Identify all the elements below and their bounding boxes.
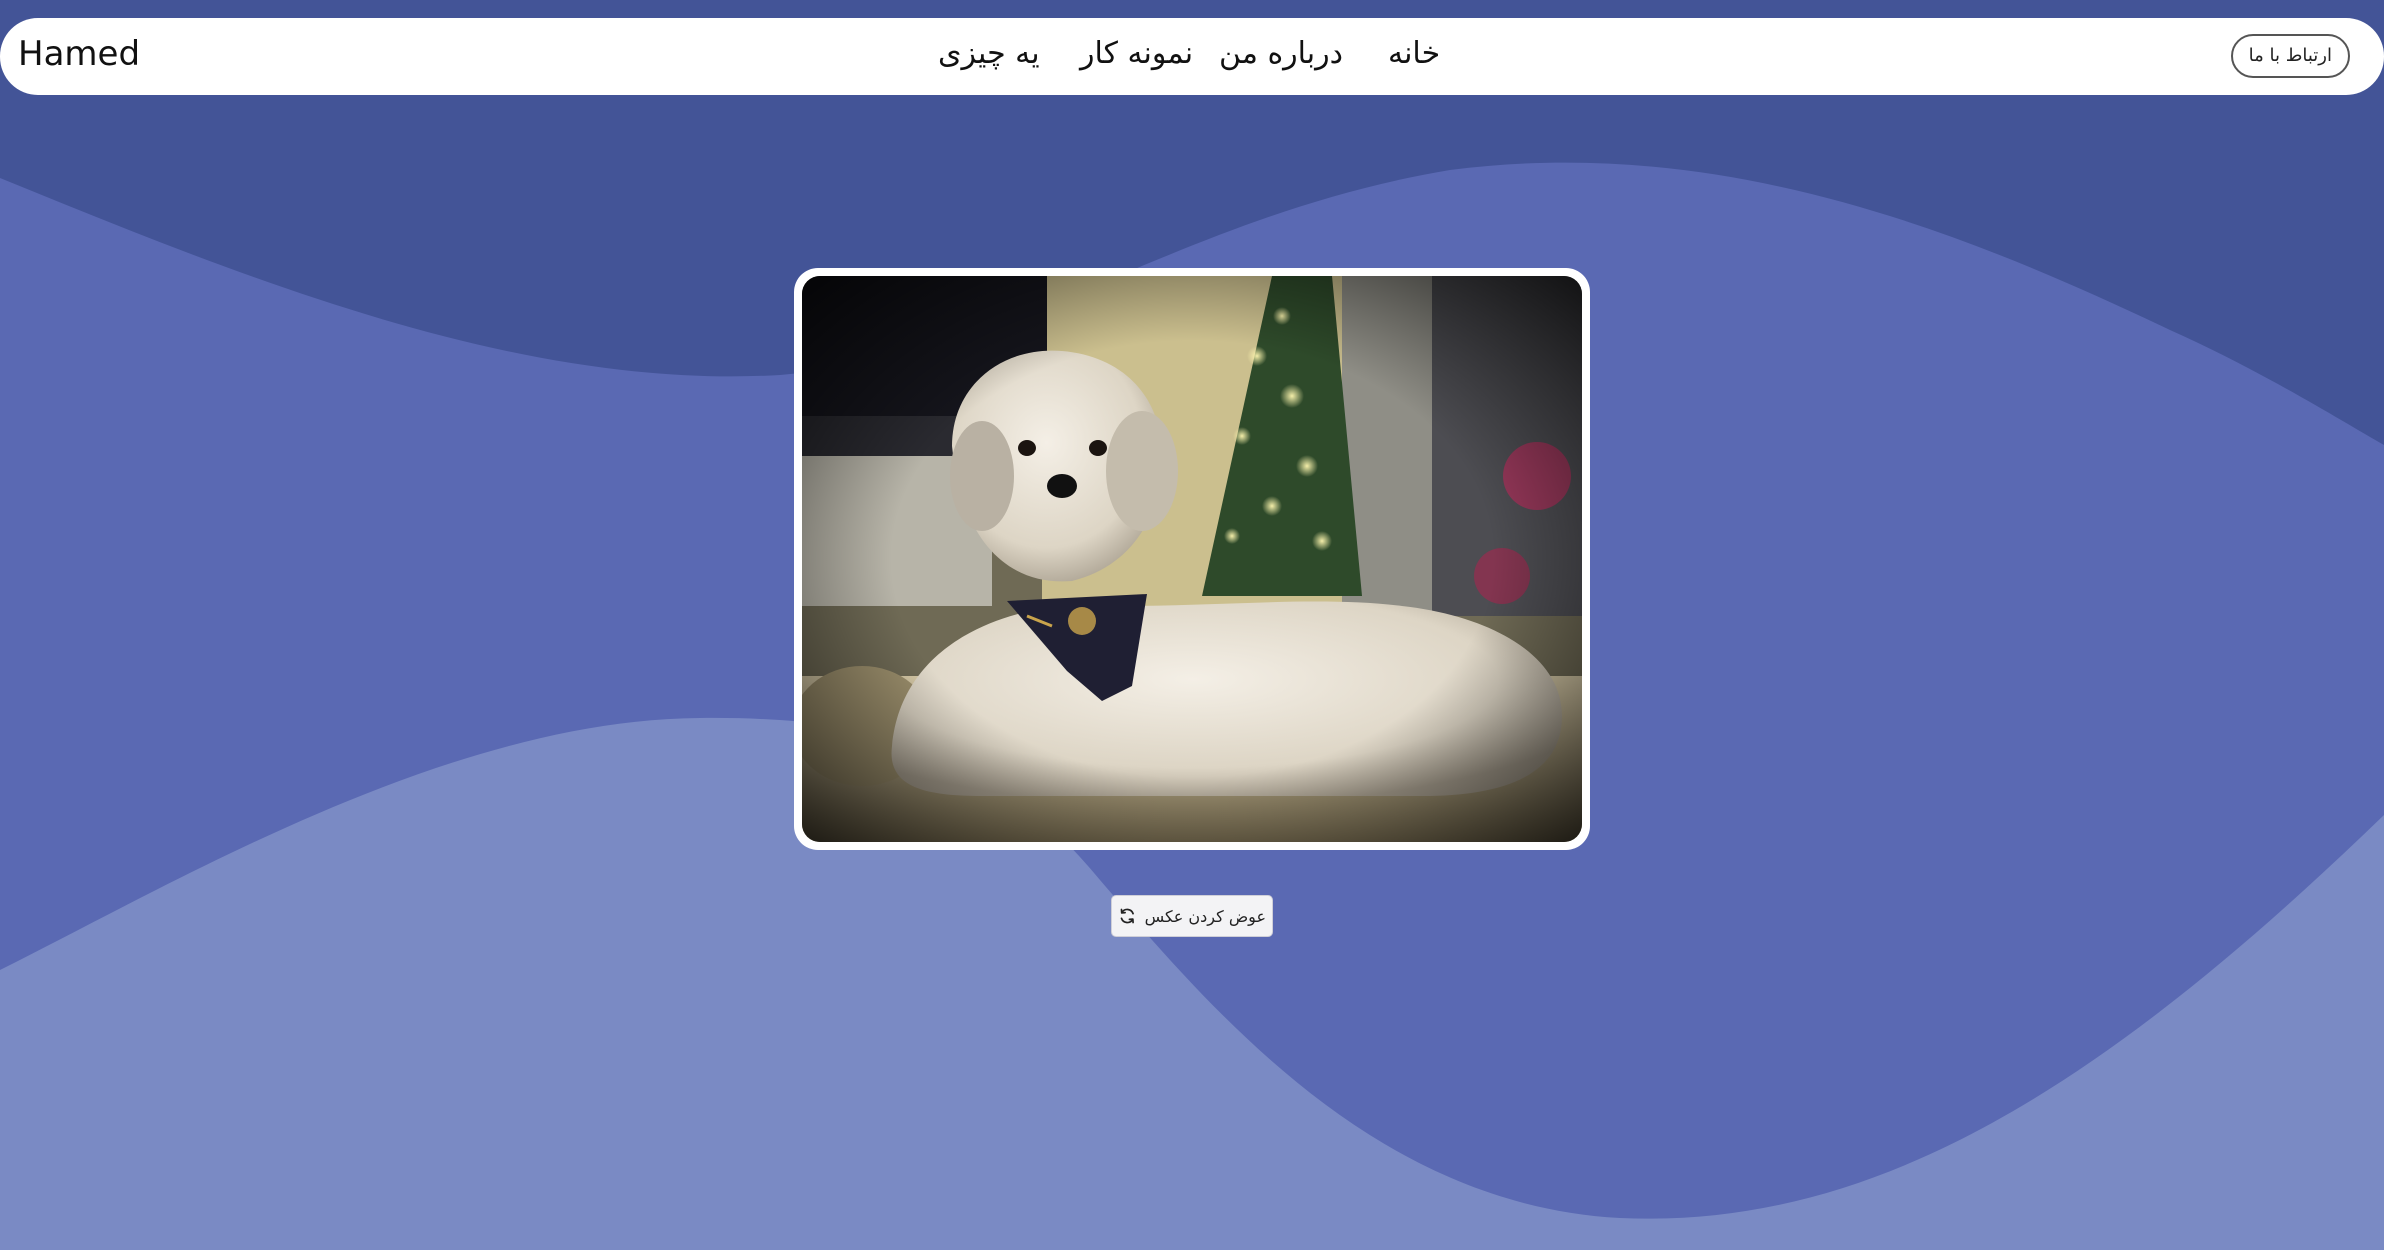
brand-logo[interactable]: Hamed bbox=[18, 18, 140, 95]
refresh-icon bbox=[1120, 908, 1134, 924]
contact-button[interactable]: ارتباط با ما bbox=[2230, 34, 2350, 78]
nav-link-about[interactable]: درباره من bbox=[1219, 18, 1343, 95]
navbar: Hamed خانه درباره من نمونه کار یه چیزی ا… bbox=[0, 18, 2384, 95]
nav-link-something[interactable]: یه چیزی bbox=[938, 18, 1040, 95]
swap-photo-button[interactable]: عوض کردن عکس bbox=[1111, 895, 1273, 937]
photo-frame bbox=[794, 268, 1590, 850]
nav-link-portfolio[interactable]: نمونه کار bbox=[1080, 18, 1193, 95]
dog-photo bbox=[802, 276, 1582, 842]
page: Hamed خانه درباره من نمونه کار یه چیزی ا… bbox=[0, 0, 2384, 1250]
swap-photo-label: عوض کردن عکس bbox=[1144, 906, 1266, 926]
nav-link-home[interactable]: خانه bbox=[1388, 18, 1440, 95]
